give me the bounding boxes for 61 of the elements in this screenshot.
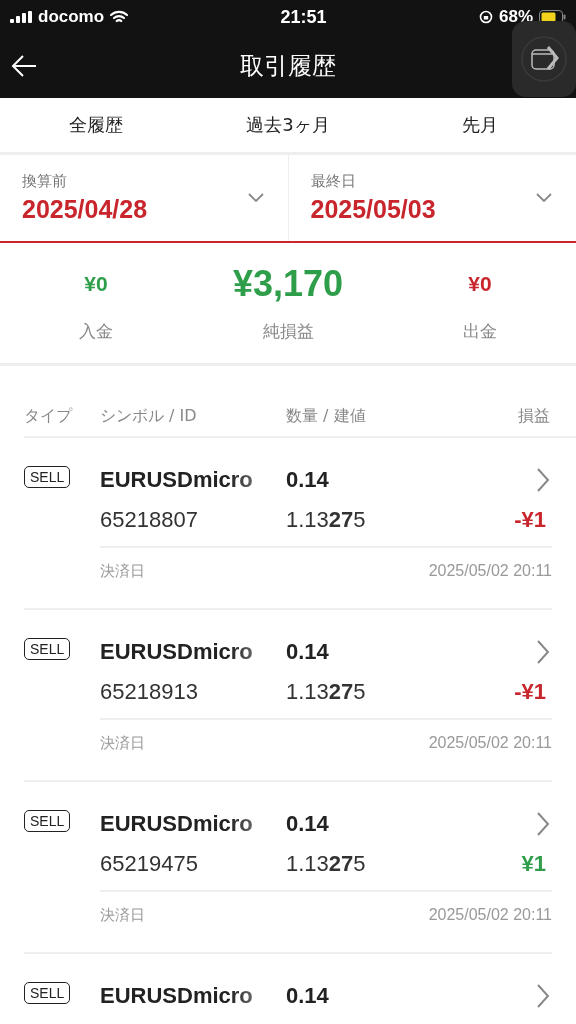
- amount-value: ¥3,170: [232, 263, 344, 304]
- open-price: 1.13275: [286, 851, 367, 877]
- symbol-text: EURUSDmicro: [100, 467, 254, 493]
- column-header: シンボル / ID: [100, 405, 198, 427]
- close-date-label: 決済日: [100, 905, 145, 925]
- volume-text: 0.14: [286, 983, 330, 1009]
- trade-row[interactable]: SELL EURUSDmicro 0.14 65218807 1.13275 -¥1 決済日 2025/05/02 20:11: [24, 438, 552, 610]
- order-id: 65218807: [100, 507, 199, 533]
- order-id: 65219475: [100, 851, 199, 877]
- chevron-right-icon: [536, 467, 550, 493]
- close-date-time: 2025/05/02 20:11: [428, 906, 552, 924]
- close-date-time: 2025/05/02 20:11: [428, 734, 552, 752]
- symbol-text: EURUSDmicro: [100, 811, 254, 837]
- trade-type-badge: SELL: [24, 638, 71, 660]
- column-header: 数量 / 建値: [286, 405, 367, 427]
- trade-type-badge: SELL: [24, 466, 71, 488]
- amount-value: ¥0: [84, 270, 108, 297]
- chevron-right-icon: [536, 639, 550, 665]
- trade-row[interactable]: SELL EURUSDmicro 0.14: [24, 954, 552, 1024]
- trade-row[interactable]: SELL EURUSDmicro 0.14 65218913 1.13275 -¥1 決済日 2025/05/02 20:11: [24, 610, 552, 782]
- close-date-time: 2025/05/02 20:11: [428, 562, 552, 580]
- volume-text: 0.14: [286, 467, 330, 493]
- column-header: タイプ: [24, 405, 74, 427]
- profit-text: -¥1: [514, 507, 546, 533]
- amount-label: 純損益: [262, 319, 314, 343]
- chevron-down-icon: [247, 193, 264, 203]
- chevron-right-icon: [536, 983, 550, 1009]
- amount-value: ¥0: [468, 270, 492, 297]
- volume-text: 0.14: [286, 811, 330, 837]
- rotation-lock-icon: [478, 10, 493, 24]
- symbol-text: EURUSDmicro: [100, 639, 254, 665]
- trade-type-badge: SELL: [24, 982, 71, 1004]
- chevron-right-icon: [536, 811, 550, 837]
- battery-percent: 68%: [498, 7, 533, 27]
- volume-text: 0.14: [286, 639, 330, 665]
- signal-icon: [10, 11, 32, 23]
- clock-time: 21:51: [280, 6, 327, 28]
- date-picker[interactable]: 換算前 2025/04/28: [0, 155, 288, 241]
- trade-row[interactable]: SELL EURUSDmicro 0.14 65219475 1.13275 ¥1 決済日 2025/05/02 20:11: [24, 782, 552, 954]
- column-header: 損益: [518, 405, 550, 427]
- open-price: 1.13275: [286, 679, 367, 705]
- profit-text: -¥1: [514, 679, 546, 705]
- amount-label: 入金: [79, 319, 113, 343]
- page-title: 取引履歴: [240, 51, 336, 82]
- close-date-label: 決済日: [100, 561, 145, 581]
- period-tab[interactable]: 全履歴: [0, 98, 192, 152]
- order-id: 65218913: [100, 679, 199, 705]
- date-picker[interactable]: 最終日 2025/05/03: [287, 155, 576, 241]
- wifi-icon: [110, 10, 129, 24]
- back-button[interactable]: [10, 54, 38, 78]
- wallet-button[interactable]: [512, 21, 576, 97]
- symbol-text: EURUSDmicro: [100, 983, 254, 1009]
- period-tab[interactable]: 過去3ヶ月: [192, 98, 384, 152]
- trade-type-badge: SELL: [24, 810, 71, 832]
- profit-text: ¥1: [521, 851, 546, 877]
- carrier-name: docomo: [38, 7, 105, 27]
- period-tab[interactable]: 先月: [384, 98, 576, 152]
- open-price: 1.13275: [286, 507, 367, 533]
- chevron-down-icon: [536, 193, 552, 203]
- amount-label: 出金: [463, 319, 497, 343]
- close-date-label: 決済日: [100, 733, 145, 753]
